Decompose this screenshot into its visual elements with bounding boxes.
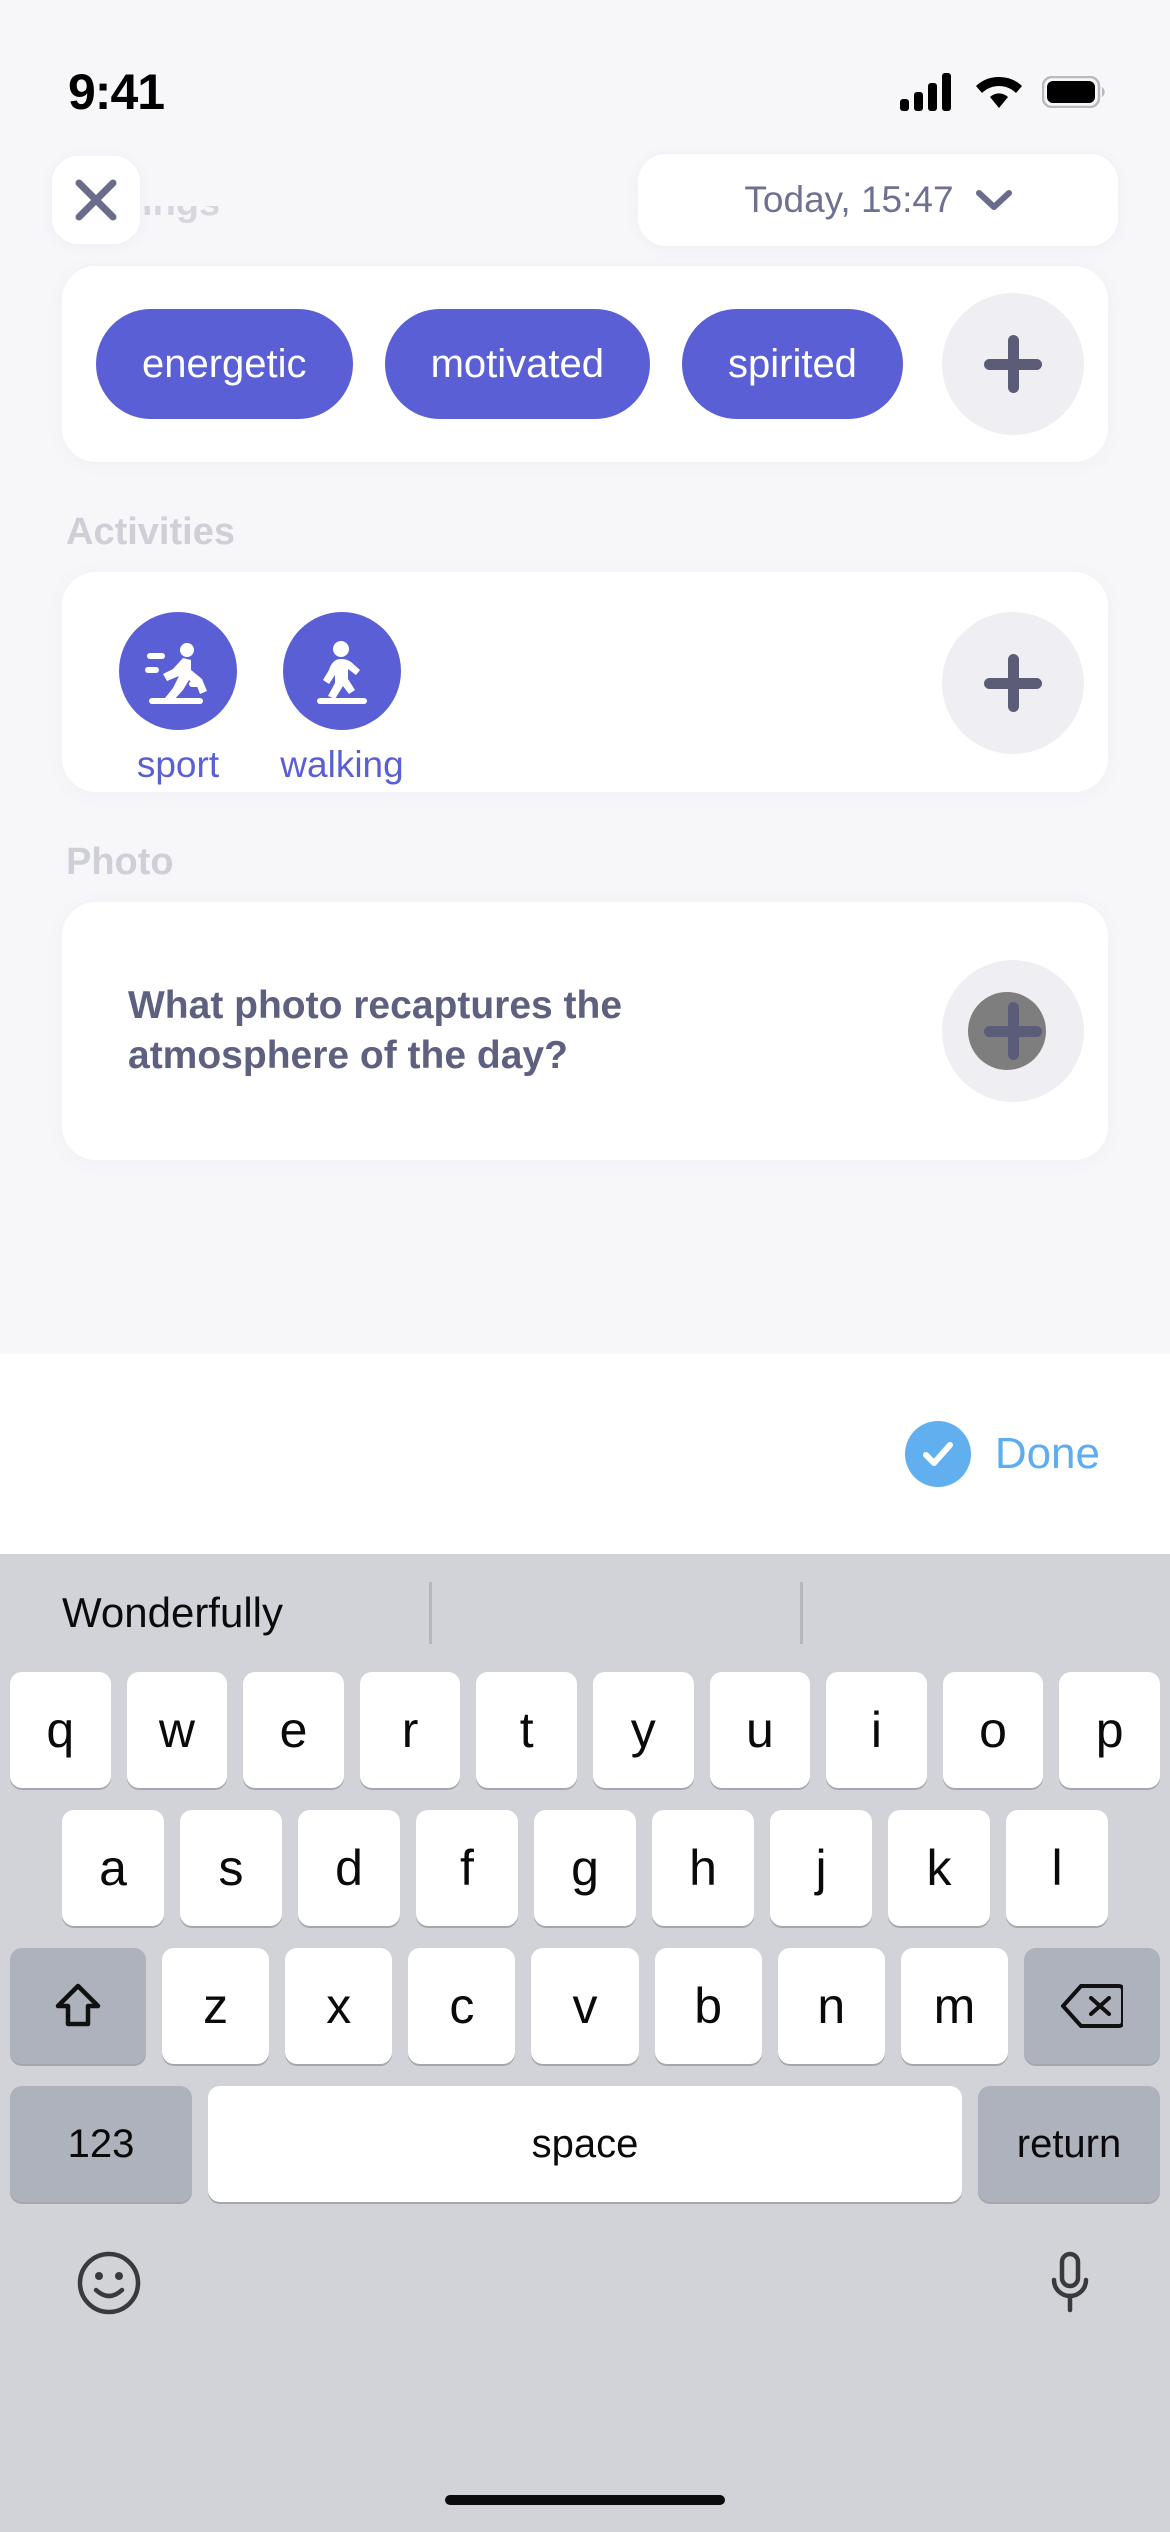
scroll-area[interactable]: Feelings energetic motivated spirited Ac… xyxy=(0,206,1170,1346)
suggestion-divider xyxy=(799,1582,803,1644)
status-bar-indicators xyxy=(900,73,1106,111)
key-s[interactable]: s xyxy=(180,1810,282,1926)
key-w[interactable]: w xyxy=(126,1672,228,1788)
key-u[interactable]: u xyxy=(709,1672,811,1788)
feeling-chip-label: spirited xyxy=(727,341,857,386)
wifi-icon xyxy=(976,76,1022,108)
activity-icon-wrap xyxy=(119,612,237,730)
key-n[interactable]: n xyxy=(777,1948,885,2064)
photo-card: What photo recaptures the atmosphere of … xyxy=(62,902,1108,1160)
activity-item-sport[interactable]: sport xyxy=(96,612,260,786)
activities-card: sport walking xyxy=(62,572,1108,792)
key-h[interactable]: h xyxy=(652,1810,754,1926)
key-r[interactable]: r xyxy=(359,1672,461,1788)
key-c[interactable]: c xyxy=(408,1948,516,2064)
running-person-icon xyxy=(145,643,207,704)
home-indicator[interactable] xyxy=(445,2495,725,2505)
key-l[interactable]: l xyxy=(1006,1810,1108,1926)
plus-icon xyxy=(984,335,1042,393)
activity-label: sport xyxy=(136,744,220,785)
check-circle-icon xyxy=(904,1421,971,1487)
section-title-photo: Photo xyxy=(66,841,174,883)
activity-item-walking[interactable]: walking xyxy=(260,612,424,786)
space-key[interactable]: space xyxy=(208,2086,962,2202)
key-k[interactable]: k xyxy=(888,1810,990,1926)
walking-person-icon xyxy=(317,641,367,704)
chevron-down-icon xyxy=(975,190,1012,210)
date-selector[interactable]: Today, 15:47 xyxy=(638,154,1118,246)
status-bar-time: 9:41 xyxy=(68,64,165,120)
microphone-icon[interactable] xyxy=(1046,2250,1094,2316)
key-x[interactable]: x xyxy=(285,1948,393,2064)
numbers-key[interactable]: 123 xyxy=(10,2086,192,2202)
feelings-card: energetic motivated spirited xyxy=(62,266,1108,462)
return-key[interactable]: return xyxy=(978,2086,1160,2202)
key-f[interactable]: f xyxy=(416,1810,518,1926)
cellular-bars-icon xyxy=(900,73,951,111)
key-d[interactable]: d xyxy=(298,1810,400,1926)
suggestion-divider xyxy=(429,1582,433,1644)
key-t[interactable]: t xyxy=(476,1672,577,1788)
plus-icon xyxy=(984,1002,1042,1060)
key-i[interactable]: i xyxy=(826,1672,927,1788)
feeling-chip[interactable]: spirited xyxy=(681,309,903,419)
delete-key[interactable] xyxy=(1023,1948,1160,2064)
keyboard-row-2: a s d f g h j k l xyxy=(0,1810,1170,1926)
add-feeling-button[interactable] xyxy=(942,293,1084,435)
add-activity-button[interactable] xyxy=(942,612,1084,754)
key-p[interactable]: p xyxy=(1059,1672,1160,1788)
feeling-chip[interactable]: motivated xyxy=(384,309,650,419)
feeling-chip[interactable]: energetic xyxy=(96,309,353,419)
date-selector-label: Today, 15:47 xyxy=(744,179,954,220)
key-v[interactable]: v xyxy=(531,1948,639,2064)
done-button-label: Done xyxy=(994,1429,1100,1478)
close-x-icon xyxy=(75,179,117,221)
activity-label: walking xyxy=(280,744,404,785)
entry-sheet: Feelings energetic motivated spirited Ac… xyxy=(0,206,1170,2532)
activity-icon-wrap xyxy=(283,612,401,730)
key-g[interactable]: g xyxy=(534,1810,636,1926)
shift-up-arrow-icon xyxy=(55,1983,101,2027)
key-z[interactable]: z xyxy=(162,1948,270,2064)
key-a[interactable]: a xyxy=(62,1810,164,1926)
feeling-chip-label: energetic xyxy=(142,341,307,386)
emoji-smiley-icon[interactable] xyxy=(76,2250,142,2316)
close-button[interactable] xyxy=(52,156,140,244)
feeling-chip-label: motivated xyxy=(430,341,604,386)
battery-full-icon xyxy=(1042,76,1105,108)
add-photo-button[interactable] xyxy=(942,960,1084,1102)
plus-icon xyxy=(984,654,1042,712)
key-j[interactable]: j xyxy=(770,1810,872,1926)
photo-prompt-text: What photo recaptures the atmosphere of … xyxy=(128,984,623,1077)
software-keyboard: Wonderfully q w e r t y u i o p a s d f … xyxy=(0,1554,1170,2532)
shift-key[interactable] xyxy=(10,1948,146,2064)
keyboard-row-4: 123 space return xyxy=(0,2086,1170,2202)
key-q[interactable]: q xyxy=(10,1672,111,1788)
status-bar: 9:41 xyxy=(0,0,1170,140)
key-y[interactable]: y xyxy=(593,1672,694,1788)
key-m[interactable]: m xyxy=(900,1948,1008,2064)
section-title-activities: Activities xyxy=(66,511,235,553)
done-toolbar: Done xyxy=(0,1354,1170,1554)
photo-title-wrap: Photo xyxy=(0,792,1170,902)
keyboard-bottom-bar xyxy=(0,2224,1170,2316)
modal-header: Today, 15:47 xyxy=(0,140,1170,260)
activities-title-wrap: Activities xyxy=(0,462,1170,572)
key-o[interactable]: o xyxy=(942,1672,1044,1788)
done-button[interactable]: Done xyxy=(904,1421,1100,1487)
suggestion-item[interactable]: Wonderfully xyxy=(0,1589,429,1637)
backspace-delete-icon xyxy=(1060,1984,1123,2028)
home-indicator-wrap xyxy=(0,2468,1170,2532)
check-mark-icon xyxy=(922,1442,953,1466)
key-e[interactable]: e xyxy=(243,1672,344,1788)
key-b[interactable]: b xyxy=(654,1948,762,2064)
keyboard-row-1: q w e r t y u i o p xyxy=(0,1672,1170,1788)
keyboard-row-3: z x c v b n m xyxy=(0,1948,1170,2064)
autocorrect-suggestion-bar: Wonderfully xyxy=(0,1554,1170,1672)
